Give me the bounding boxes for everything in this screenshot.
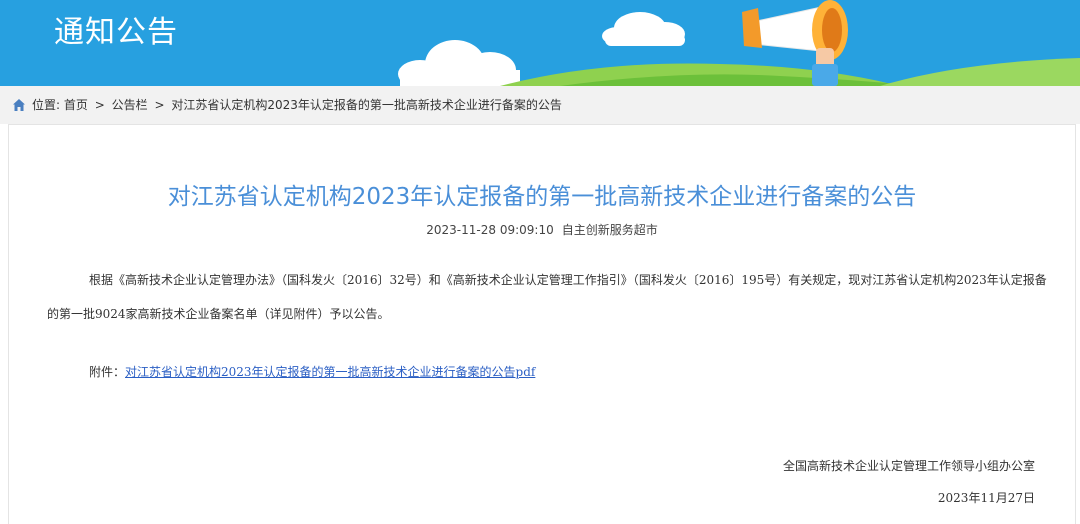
breadcrumb-prefix: 位置: [32,98,61,112]
header-banner: 通知公告 [0,0,1080,86]
breadcrumb-current: 对江苏省认定机构2023年认定报备的第一批高新技术企业进行备案的公告 [171,98,562,112]
article-title: 对江苏省认定机构2023年认定报备的第一批高新技术企业进行备案的公告 [167,184,917,210]
signature-organization: 全国高新技术企业认定管理工作领导小组办公室 [782,459,1035,473]
article-container: 对江苏省认定机构2023年认定报备的第一批高新技术企业进行备案的公告 2023-… [8,124,1076,524]
signature-date: 2023年11月27日 [937,491,1035,505]
attachment-row: 附件：对江苏省认定机构2023年认定报备的第一批高新技术企业进行备案的公告pdf [89,363,535,380]
breadcrumb-separator: > [94,98,105,112]
attachment-link[interactable]: 对江苏省认定机构2023年认定报备的第一批高新技术企业进行备案的公告pdf [125,365,535,379]
breadcrumb: 位置: 首页 > 公告栏 > 对江苏省认定机构2023年认定报备的第一批高新技术… [0,86,1080,124]
breadcrumb-section-link[interactable]: 公告栏 [112,98,148,112]
cloud-icon [602,12,685,46]
article-datetime: 2023-11-28 09:09:10 [426,223,554,237]
article-paragraph: 根据《高新技术企业认定管理办法》（国科发火〔2016〕32号）和《高新技术企业认… [47,273,1047,321]
article-meta: 2023-11-28 09:09:10 自主创新服务超市 [9,221,1075,238]
article-source: 自主创新服务超市 [561,223,658,237]
cloud-icon [398,40,520,86]
attachment-label: 附件： [89,365,126,379]
breadcrumb-home-link[interactable]: 首页 [64,98,88,112]
banner-title: 通知公告 [54,15,178,50]
home-icon [12,89,26,124]
breadcrumb-separator: > [154,98,165,112]
